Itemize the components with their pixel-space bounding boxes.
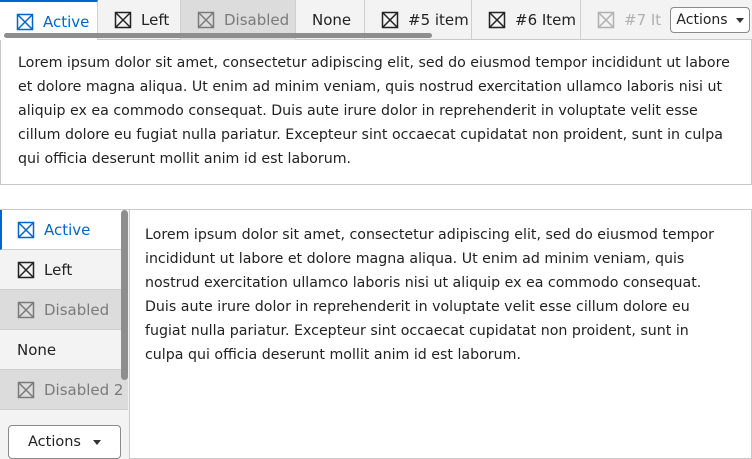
horizontal-scrollbar[interactable] <box>4 33 432 38</box>
vertical-scrollbar[interactable] <box>121 210 128 380</box>
side-tab-disabled: Disabled <box>0 290 128 330</box>
tab-label: Disabled <box>224 11 290 29</box>
tab-label: Left <box>141 11 170 29</box>
actions-dropdown-button[interactable]: Actions <box>8 425 121 459</box>
x-box-icon <box>381 11 399 29</box>
x-box-icon <box>488 11 506 29</box>
x-box-icon <box>114 11 132 29</box>
tab-label: None <box>312 11 352 29</box>
tab-panel: Lorem ipsum dolor sit amet, consectetur … <box>0 40 752 185</box>
tab-7-item[interactable]: #7 It <box>581 0 665 40</box>
top-tab-bar: Active Left Disabled None #5 item #6 Ite… <box>0 0 752 41</box>
tab-label: Disabled <box>44 300 110 319</box>
actions-label: Actions <box>28 434 81 450</box>
side-tab-list: Active Left Disabled None Disabled 2 Act <box>0 209 129 459</box>
x-box-icon <box>16 13 34 31</box>
panel-text: Lorem ipsum dolor sit amet, consectetur … <box>18 55 730 167</box>
tab-label: #7 It <box>624 11 662 29</box>
panel-text: Lorem ipsum dolor sit amet, consectetur … <box>145 227 714 363</box>
x-box-icon <box>17 381 35 399</box>
side-tab-disabled-2: Disabled 2 <box>0 370 128 410</box>
x-box-icon <box>197 11 215 29</box>
tab-label: Disabled 2 <box>44 380 124 399</box>
x-box-icon <box>17 301 35 319</box>
tab-label: None <box>17 340 57 359</box>
horizontal-tab-set: Active Left Disabled None #5 item #6 Ite… <box>0 0 752 185</box>
tab-label: Left <box>44 260 73 279</box>
actions-label: Actions <box>676 12 728 28</box>
side-tab-none[interactable]: None <box>0 330 128 370</box>
vertical-tab-set: Active Left Disabled None Disabled 2 Act <box>0 209 752 459</box>
x-box-icon <box>17 221 35 239</box>
x-box-icon <box>597 11 615 29</box>
x-box-icon <box>17 261 35 279</box>
caret-down-icon <box>92 439 101 445</box>
tab-label: Active <box>43 12 90 31</box>
tab-panel: Lorem ipsum dolor sit amet, consectetur … <box>129 209 752 459</box>
tab-6-item[interactable]: #6 Item <box>472 0 581 40</box>
tab-label: #5 item <box>408 11 469 29</box>
tab-label: #6 Item <box>515 11 577 29</box>
caret-down-icon <box>735 17 744 23</box>
side-tab-active[interactable]: Active <box>0 210 128 250</box>
tab-label: Active <box>44 220 91 239</box>
side-tab-left[interactable]: Left <box>0 250 128 290</box>
actions-dropdown-button[interactable]: Actions <box>670 7 750 33</box>
